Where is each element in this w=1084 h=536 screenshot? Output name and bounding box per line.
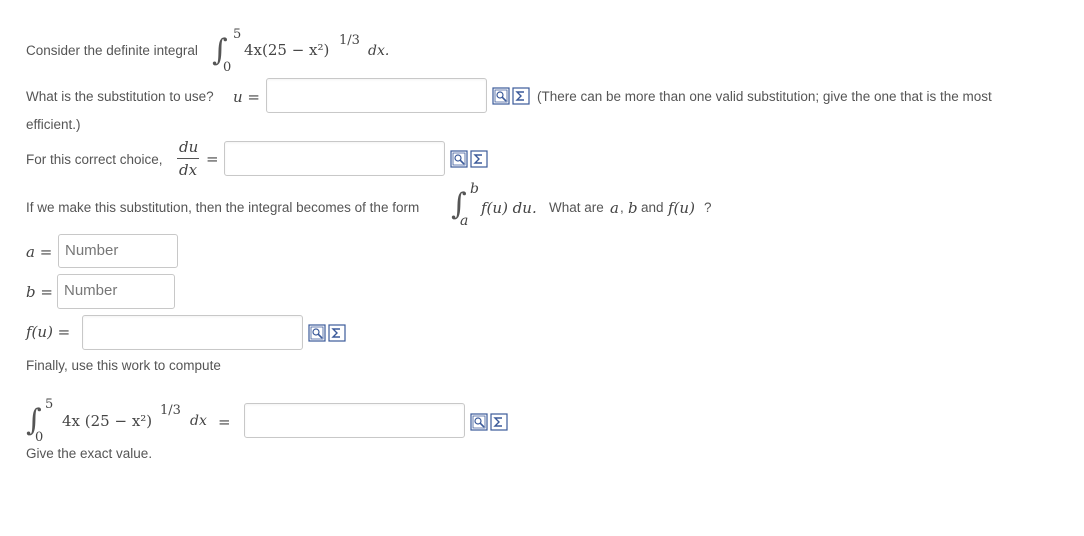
a-input[interactable]: Number xyxy=(58,234,178,268)
final-exponent: 1/3 xyxy=(160,403,181,418)
final-hint: Give the exact value. xyxy=(26,446,153,461)
final-lower-limit: 0 xyxy=(35,430,44,445)
preview-icon[interactable] xyxy=(308,324,326,342)
substitution-prompt: What is the substitution to use? xyxy=(26,89,214,104)
final-icons xyxy=(470,412,510,432)
form-question-comma: , xyxy=(620,200,624,215)
equation-editor-icon[interactable] xyxy=(490,413,508,431)
substitution-note-line2: efficient.) xyxy=(26,117,81,132)
derivative-equals: = xyxy=(206,150,219,168)
form-question-mark: ? xyxy=(704,200,712,215)
form-question-fu: f(u) xyxy=(668,199,695,217)
final-integrand: 4x (25 − x²) xyxy=(62,412,153,430)
final-answer-input[interactable] xyxy=(244,403,465,438)
equation-editor-icon[interactable] xyxy=(328,324,346,342)
fraction-denominator: dx xyxy=(179,161,198,179)
substitution-note-line1: (There can be more than one valid substi… xyxy=(537,89,992,104)
dx-text: dx. xyxy=(368,43,390,59)
form-prompt: If we make this substitution, then the i… xyxy=(26,200,420,215)
u-equals-label: u = xyxy=(233,88,260,106)
b-label: b = xyxy=(26,283,53,301)
substitution-icons xyxy=(492,86,532,106)
integrand-exponent: 1/3 xyxy=(339,33,360,48)
form-question-b: b xyxy=(628,199,638,217)
intro-text: Consider the definite integral xyxy=(26,43,198,58)
final-upper-limit: 5 xyxy=(45,397,54,412)
preview-icon[interactable] xyxy=(450,150,468,168)
fraction-bar xyxy=(177,158,199,159)
derivative-input[interactable] xyxy=(224,141,445,176)
fu-label: f(u) = xyxy=(26,323,71,341)
derivative-icons xyxy=(450,149,490,169)
final-dx: dx xyxy=(190,413,207,429)
equation-editor-icon[interactable] xyxy=(470,150,488,168)
form-question-and: and xyxy=(641,200,664,215)
integral-lower-limit: 0 xyxy=(223,60,232,75)
final-equals: = xyxy=(218,413,231,431)
integrand: 4x(25 − x²) xyxy=(244,41,330,59)
fraction-numerator: du xyxy=(179,138,199,156)
integral-upper-limit: 5 xyxy=(233,27,242,42)
form-lower-limit: a xyxy=(460,213,469,229)
equation-editor-icon[interactable] xyxy=(512,87,530,105)
fu-input[interactable] xyxy=(82,315,303,350)
fu-icons xyxy=(308,323,348,343)
final-prompt: Finally, use this work to compute xyxy=(26,358,221,373)
form-upper-limit: b xyxy=(470,181,479,197)
substitution-input[interactable] xyxy=(266,78,487,113)
preview-icon[interactable] xyxy=(470,413,488,431)
form-question-a: a xyxy=(610,199,619,217)
a-label: a = xyxy=(26,243,53,261)
form-question-prefix: What are xyxy=(549,200,604,215)
b-input[interactable]: Number xyxy=(57,274,175,309)
form-integrand: f(u) du. xyxy=(481,199,537,217)
preview-icon[interactable] xyxy=(492,87,510,105)
derivative-prompt: For this correct choice, xyxy=(26,152,163,167)
